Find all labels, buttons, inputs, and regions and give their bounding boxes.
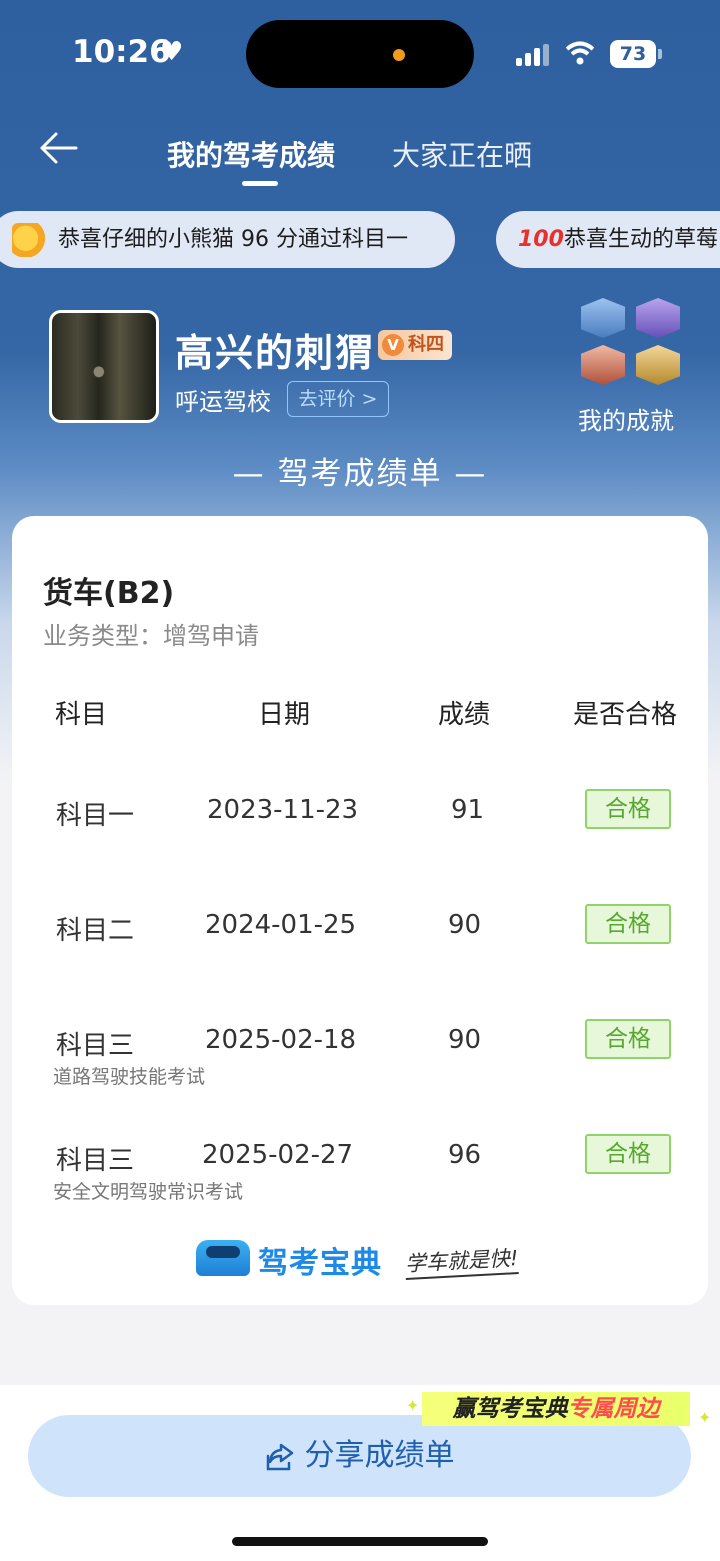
review-button[interactable]: 去评价 > [287,381,389,417]
wifi-icon [565,41,595,65]
row-score: 91 [451,795,485,825]
promo-banner[interactable]: 赢驾考宝典专属周边 [422,1392,690,1426]
username: 高兴的刺猬 [175,331,376,375]
back-icon[interactable] [38,130,78,166]
share-button-label: 分享成绩单 [304,1438,455,1473]
column-header-subject: 科目 [55,700,108,730]
sparkle-icon: ✦ [698,1408,712,1427]
brand-name: 驾考宝典 [258,1246,382,1281]
home-indicator [232,1537,488,1546]
row-subject: 科目一 [56,801,135,831]
business-type: 业务类型：增驾申请 [43,622,259,650]
achievements-link[interactable]: 我的成就 [578,401,674,436]
tab-everyone-sharing[interactable]: 大家正在晒 [392,134,532,174]
signal-icon [516,42,552,66]
pass-badge: 合格 [585,1134,671,1174]
row-subject: 科目三 [56,1031,135,1061]
status-time: 10:26 [72,34,171,70]
avatar[interactable] [49,310,159,423]
row-note: 道路驾驶技能考试 [53,1066,206,1088]
row-subject: 科目二 [56,916,135,946]
vip-icon: V [382,334,404,356]
brand-slogan: 学车就是快! [404,1242,520,1280]
clap-icon [12,223,46,257]
pass-badge: 合格 [585,904,671,944]
share-icon [266,1443,293,1470]
tab-my-scores[interactable]: 我的驾考成绩 [167,134,335,174]
level-badge: V 科四 [378,330,452,360]
promo-text: 赢驾考宝典 [452,1396,568,1422]
row-score: 96 [448,1140,482,1170]
report-title: — 驾考成绩单 — [232,456,488,492]
battery-icon: 73 [610,40,662,68]
column-header-pass: 是否合格 [573,700,678,730]
row-date: 2025-02-18 [205,1025,357,1055]
row-score: 90 [448,1025,482,1055]
hundred-icon: 100 [518,227,564,252]
pass-badge: 合格 [585,789,671,829]
privacy-indicator [393,49,405,61]
row-score: 90 [448,910,482,940]
column-header-date: 日期 [258,700,311,730]
brand-car-icon [196,1240,250,1276]
ticker-text: 恭喜生动的草莓 [564,227,719,252]
tab-indicator [242,181,278,186]
ticker-item: 恭喜仔细的小熊猫 96 分通过科目一 [0,211,455,268]
vehicle-type: 货车(B2) [43,576,175,611]
promo-highlight: 专属周边 [567,1396,660,1422]
ticker-item: 100恭喜生动的草莓 [496,211,720,268]
dynamic-island [246,20,474,88]
row-date: 2025-02-27 [202,1140,354,1170]
school-name: 呼运驾校 [175,388,271,416]
row-subject: 科目三 [56,1146,135,1176]
pass-badge: 合格 [585,1019,671,1059]
ticker-text: 恭喜仔细的小熊猫 96 分通过科目一 [58,227,408,252]
row-note: 安全文明驾驶常识考试 [53,1181,244,1203]
column-header-score: 成绩 [438,700,491,730]
heart-icon: ♥ [160,37,184,67]
row-date: 2023-11-23 [207,795,359,825]
row-date: 2024-01-25 [205,910,357,940]
sparkle-icon: ✦ [406,1396,420,1415]
level-badge-label: 科四 [408,334,444,355]
share-button[interactable]: 分享成绩单 [28,1415,691,1497]
